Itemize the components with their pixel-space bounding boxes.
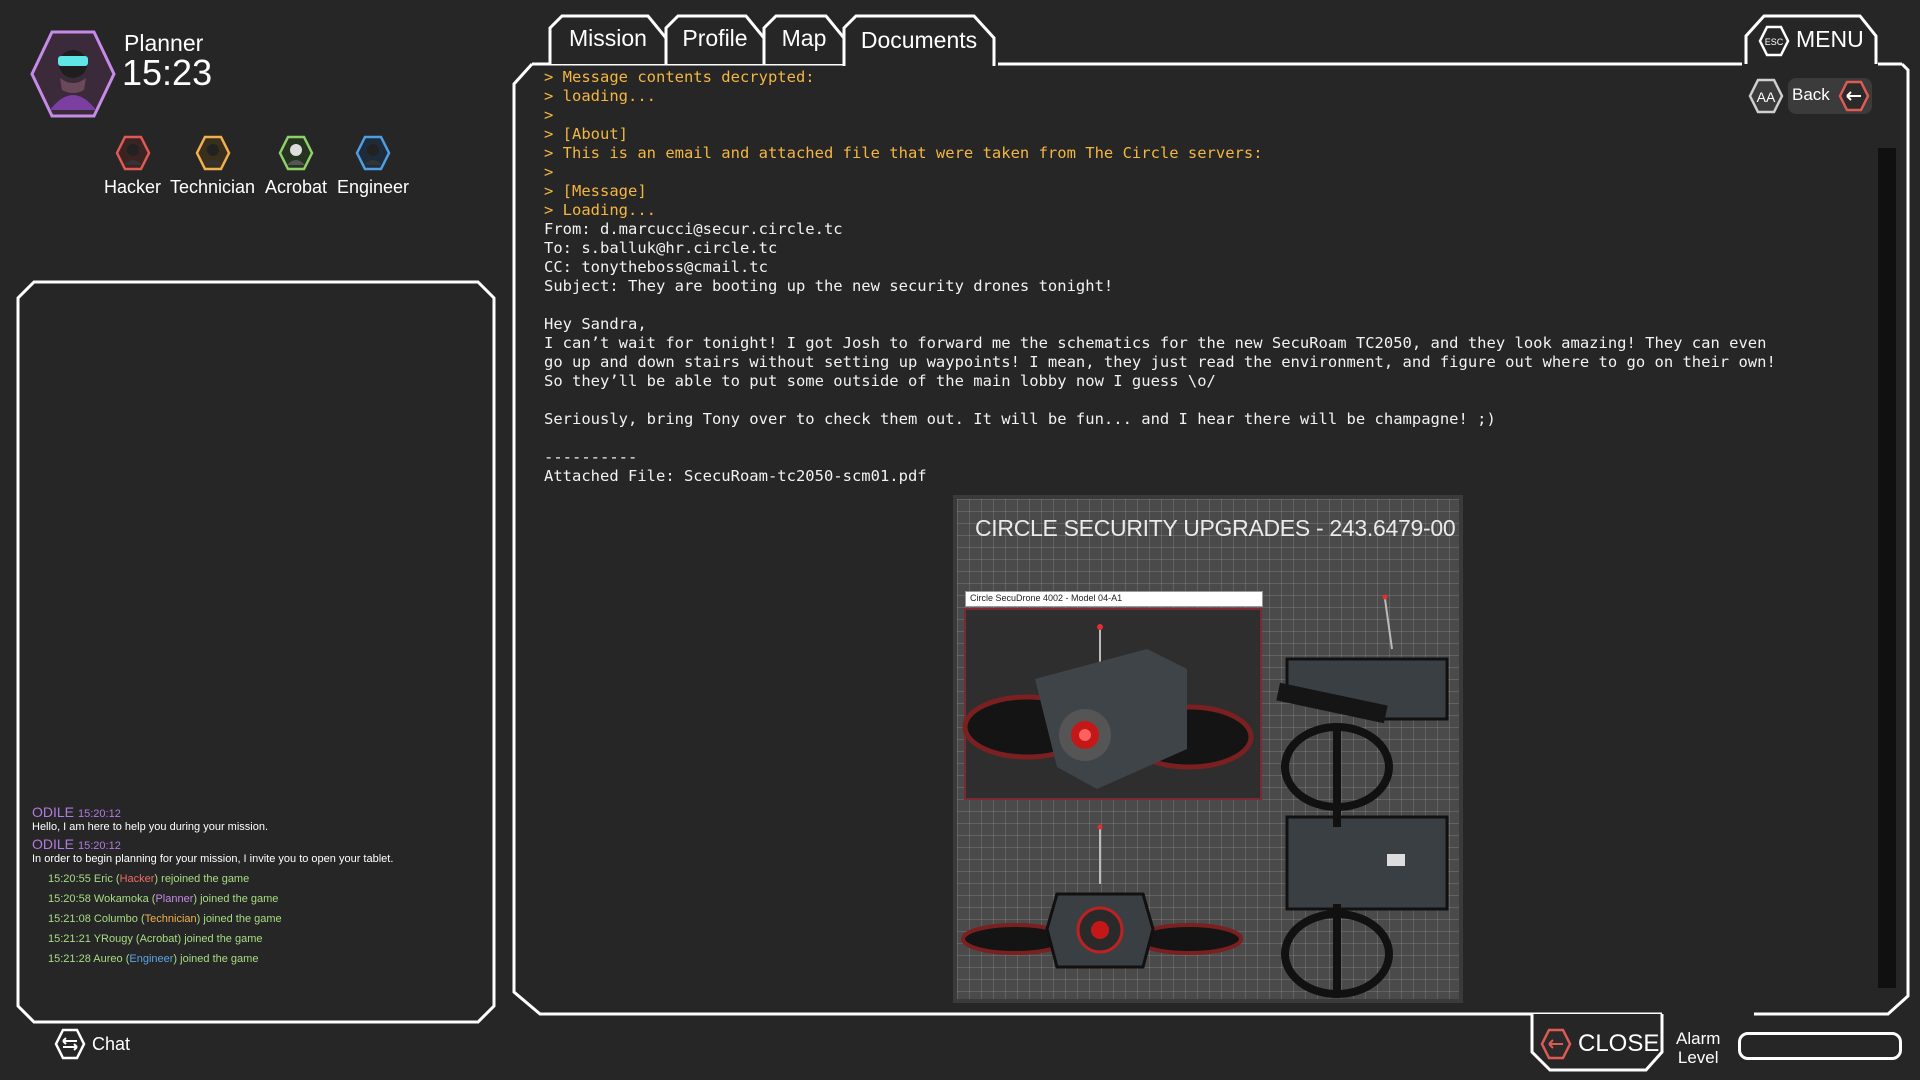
teammate-acrobat: Acrobat — [265, 135, 327, 198]
doc-line: > — [544, 106, 554, 124]
doc-line: > [About] — [544, 125, 628, 143]
planner-avatar — [30, 30, 116, 118]
doc-line: Subject: They are booting up the new sec… — [544, 277, 1114, 295]
doc-line: > Message contents decrypted: — [544, 68, 815, 86]
chat-event: 15:21:21 YRougy (Acrobat) joined the gam… — [48, 933, 263, 945]
close-arrow-icon — [1540, 1028, 1572, 1060]
chat-event: 15:20:55 Eric (Hacker) rejoined the game — [48, 873, 250, 885]
doc-line: CC: tonytheboss@cmail.tc — [544, 258, 768, 276]
text-size-button[interactable]: AA — [1748, 78, 1784, 119]
tab-label: Map — [781, 24, 827, 51]
teammate-hacker: Hacker — [104, 135, 161, 198]
teammate-label: Technician — [170, 177, 256, 197]
drone-schematic-drawing — [961, 594, 1449, 998]
doc-line: From: d.marcucci@secur.circle.tc — [544, 220, 843, 238]
mission-clock: 15:23 — [122, 52, 213, 93]
alarm-label-line: Alarm — [1676, 1029, 1721, 1048]
teammate-engineer: Engineer — [337, 135, 409, 198]
chat-toggle-icon — [54, 1028, 86, 1060]
doc-line: Hey Sandra, — [544, 315, 647, 333]
engineer-hex-icon — [355, 135, 391, 171]
tab-profile[interactable]: Profile — [664, 14, 766, 64]
doc-line: > loading... — [544, 87, 656, 105]
doc-line: > This is an email and attached file tha… — [544, 144, 1263, 162]
esc-key-icon: ESC — [1758, 25, 1790, 57]
chat-message-text: Hello, I am here to help you during your… — [32, 821, 269, 833]
technician-hex-icon — [195, 135, 231, 171]
tab-map[interactable]: Map — [762, 14, 846, 64]
svg-text:ESC: ESC — [1765, 37, 1784, 47]
tab-label: Mission — [569, 24, 647, 51]
doc-line: go up and down stairs without setting up… — [544, 353, 1776, 371]
chat-message-header: ODILE 15:20:12 — [32, 836, 121, 852]
doc-line: Seriously, bring Tony over to check them… — [544, 410, 1496, 428]
tab-label: Documents — [860, 26, 978, 53]
teammate-label: Engineer — [337, 177, 410, 197]
chat-log: ODILE 15:20:12 Hello, I am here to help y… — [32, 802, 472, 973]
chat-event: 15:21:28 Aureo (Engineer) joined the gam… — [48, 953, 259, 965]
alarm-level-meter — [1738, 1032, 1902, 1060]
document-text: > Message contents decrypted: > loading.… — [544, 68, 1874, 486]
doc-line: I can’t wait for tonight! I got Josh to … — [544, 334, 1767, 352]
tab-mission[interactable]: Mission — [548, 14, 668, 64]
doc-line: ---------- — [544, 448, 638, 466]
hacker-hex-icon — [115, 135, 151, 171]
doc-line: To: s.balluk@hr.circle.tc — [544, 239, 778, 257]
chat-button-label: Chat — [92, 1033, 131, 1054]
teammate-label: Hacker — [104, 177, 162, 197]
doc-line: > — [544, 163, 554, 181]
document-scrollbar[interactable] — [1878, 148, 1896, 988]
back-arrow-icon — [1838, 80, 1870, 112]
back-label: Back — [1792, 85, 1830, 104]
teammate-label: Acrobat — [265, 177, 328, 197]
tab-label: Profile — [682, 24, 748, 51]
close-label: CLOSE — [1578, 1030, 1660, 1057]
doc-line: > Loading... — [544, 201, 656, 219]
svg-text:AA: AA — [1757, 89, 1776, 105]
attached-blueprint: CIRCLE SECURITY UPGRADES - 243.6479-00 C… — [953, 495, 1463, 1003]
chat-event: 15:21:08 Columbo (Technician) joined the… — [48, 913, 282, 925]
back-button[interactable]: Back — [1788, 78, 1872, 114]
alarm-level-label: Alarm Level — [1676, 1029, 1720, 1067]
text-size-icon: AA — [1748, 78, 1784, 114]
alarm-label-line: Level — [1677, 1048, 1719, 1067]
menu-label: MENU — [1796, 26, 1864, 52]
teammate-technician: Technician — [170, 135, 255, 198]
doc-line: So they’ll be able to put some outside o… — [544, 372, 1216, 390]
chat-event: 15:20:58 Wokamoka (Planner) joined the g… — [48, 893, 279, 905]
menu-button[interactable]: ESC MENU — [1744, 14, 1878, 64]
doc-line: > [Message] — [544, 182, 647, 200]
doc-line: Attached File: ScecuRoam-tc2050-scm01.pd… — [544, 467, 927, 485]
chat-message-text: In order to begin planning for your miss… — [32, 853, 394, 865]
chat-button[interactable]: Chat — [54, 1028, 130, 1060]
acrobat-hex-icon — [278, 135, 314, 171]
chat-message-header: ODILE 15:20:12 — [32, 804, 121, 820]
tab-documents[interactable]: Documents — [842, 14, 996, 66]
